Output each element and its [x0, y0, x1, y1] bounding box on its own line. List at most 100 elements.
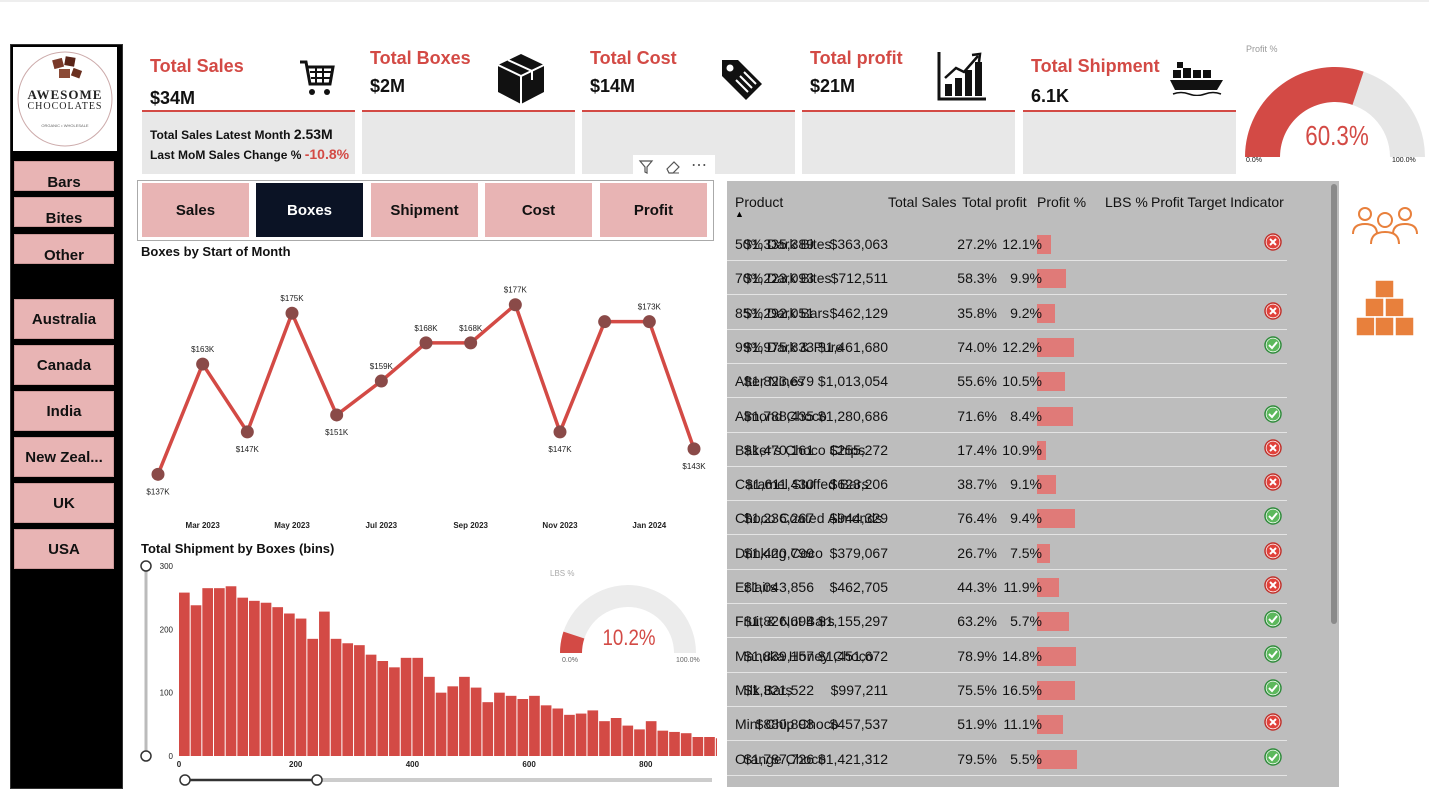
hist-bar[interactable] [529, 695, 540, 756]
line-point[interactable] [240, 425, 254, 439]
line-point[interactable] [464, 336, 478, 350]
hist-bar[interactable] [365, 654, 377, 756]
hist-bar[interactable] [330, 638, 342, 756]
table-scrollbar[interactable] [1331, 184, 1337, 624]
line-point[interactable] [508, 298, 522, 312]
hist-bar[interactable] [610, 718, 622, 756]
hist-bar[interactable] [599, 721, 610, 756]
slicer-bars[interactable]: Bars [14, 161, 114, 191]
eraser-icon[interactable] [665, 159, 681, 175]
table-row[interactable]: 85% Dark Bars $1,292,051 $462,129 35.8% 9.2% [727, 295, 1287, 330]
col-header-total-profit[interactable]: Total profit [962, 194, 1027, 210]
line-point[interactable] [151, 467, 165, 481]
hist-bar[interactable] [249, 600, 260, 756]
slicer-usa[interactable]: USA [14, 529, 114, 569]
tab-boxes[interactable]: Boxes [256, 183, 363, 237]
hist-bar[interactable] [284, 613, 295, 757]
table-row[interactable]: After Nines $1,823,679 $1,013,054 55.6% 10.5… [727, 363, 1287, 399]
more-options-icon[interactable]: ⋯ [691, 155, 708, 175]
slicer-other[interactable]: Other [14, 234, 114, 264]
table-row[interactable]: Milk Bars $1,321,522 $997,211 75.5% 16.5% [727, 672, 1287, 707]
line-point[interactable] [553, 425, 567, 439]
tab-profit[interactable]: Profit [600, 183, 707, 237]
table-row[interactable]: Choco Coated Almonds $1,236,267 $944,329 76… [727, 500, 1287, 536]
hist-bar[interactable] [225, 586, 237, 756]
hist-bar[interactable] [389, 667, 400, 756]
hist-bar[interactable] [564, 714, 575, 756]
hist-bar[interactable] [295, 618, 307, 756]
col-header-lbs-pct[interactable]: LBS % [1105, 194, 1148, 210]
table-row[interactable]: Baker's Choco Chips $1,470,161 $255,272 17.… [727, 432, 1287, 467]
table-row[interactable]: 50% Dark Bites $1,335,389 $363,063 27.2% 12.… [727, 226, 1287, 261]
line-point[interactable] [285, 306, 299, 320]
slicer-bites[interactable]: Bites [14, 197, 114, 227]
hist-bar[interactable] [354, 645, 365, 756]
table-row[interactable]: Fruit & Nut Bars $1,826,694 $1,155,297 63.2… [727, 603, 1287, 639]
line-point[interactable] [330, 408, 344, 422]
hist-bar[interactable] [587, 710, 599, 756]
hist-bar[interactable] [494, 692, 505, 756]
hist-bar[interactable] [400, 657, 412, 756]
hist-bar[interactable] [669, 731, 680, 756]
slicer-australia[interactable]: Australia [14, 299, 114, 339]
hist-bar[interactable] [715, 738, 717, 756]
hist-bar[interactable] [645, 721, 657, 756]
col-header-target-indicator[interactable]: Profit Target Indicator [1151, 194, 1284, 210]
hist-bar[interactable] [657, 730, 669, 756]
table-row[interactable]: Eclairs $1,043,856 $462,705 44.3% 11.9% [727, 569, 1287, 604]
y-slider-handle-top[interactable] [140, 560, 152, 572]
hist-bar[interactable] [552, 708, 564, 757]
hist-bar[interactable] [237, 597, 249, 756]
hist-bar[interactable] [540, 705, 552, 756]
x-slider-handle-left[interactable] [179, 774, 191, 786]
col-header-product[interactable]: Product [735, 194, 783, 210]
hist-bar[interactable] [342, 643, 354, 756]
hist-bar[interactable] [622, 725, 634, 756]
hist-bar[interactable] [575, 713, 587, 756]
hist-bar[interactable] [634, 729, 645, 756]
hist-bar[interactable] [680, 733, 692, 756]
hist-bar[interactable] [319, 611, 330, 756]
slicer-india[interactable]: India [14, 391, 114, 431]
hist-bar[interactable] [435, 692, 447, 756]
line-point[interactable] [598, 315, 612, 329]
y-slider-handle-bottom[interactable] [140, 750, 152, 762]
col-header-profit-pct[interactable]: Profit % [1037, 194, 1086, 210]
table-row[interactable]: 99% Dark & Pure $1,975,833 $1,461,680 74.0%… [727, 329, 1287, 364]
hist-bar[interactable] [447, 686, 459, 756]
table-row[interactable]: Manuka Honey Choco $1,839,157 $1,451,672 78… [727, 638, 1287, 673]
slicer-new-zealand[interactable]: New Zeal... [14, 437, 114, 477]
slicer-uk[interactable]: UK [14, 483, 114, 523]
hist-bar[interactable] [459, 676, 470, 756]
hist-bar[interactable] [190, 605, 202, 756]
x-slider-handle-right[interactable] [311, 774, 323, 786]
sort-ascending-icon[interactable]: ▲ [735, 209, 744, 219]
line-point[interactable] [642, 315, 656, 329]
tab-shipment[interactable]: Shipment [371, 183, 478, 237]
table-row[interactable]: Caramel Stuffed Bars $1,611,430 $623,206 38… [727, 466, 1287, 502]
hist-bar[interactable] [307, 638, 319, 756]
table-row[interactable]: Almond Choco $1,788,435 $1,280,686 71.6% 8.4… [727, 398, 1287, 433]
hist-bar[interactable] [470, 687, 482, 756]
hist-bar[interactable] [517, 699, 529, 756]
hist-bar[interactable] [412, 657, 424, 756]
line-point[interactable] [374, 374, 388, 388]
hist-bar[interactable] [202, 588, 214, 756]
table-row[interactable]: Drinking Coco $1,420,799 $379,067 26.7% 7.5% [727, 535, 1287, 570]
line-point[interactable] [687, 442, 701, 456]
col-header-total-sales[interactable]: Total Sales [888, 194, 956, 210]
tab-cost[interactable]: Cost [485, 183, 592, 237]
line-point[interactable] [196, 357, 210, 371]
hist-bar[interactable] [482, 702, 494, 756]
hist-bar[interactable] [505, 695, 517, 756]
hist-bar[interactable] [272, 607, 284, 756]
filter-icon[interactable] [638, 159, 654, 175]
hist-bar[interactable] [260, 602, 272, 756]
table-row[interactable]: Orange Choco $1,787,726 $1,421,312 79.5% 5.5… [727, 741, 1287, 776]
hist-bar[interactable] [704, 737, 715, 756]
hist-bar[interactable] [179, 592, 190, 756]
slicer-canada[interactable]: Canada [14, 345, 114, 385]
line-point[interactable] [419, 336, 433, 350]
hist-bar[interactable] [214, 588, 225, 756]
hist-bar[interactable] [692, 737, 704, 756]
